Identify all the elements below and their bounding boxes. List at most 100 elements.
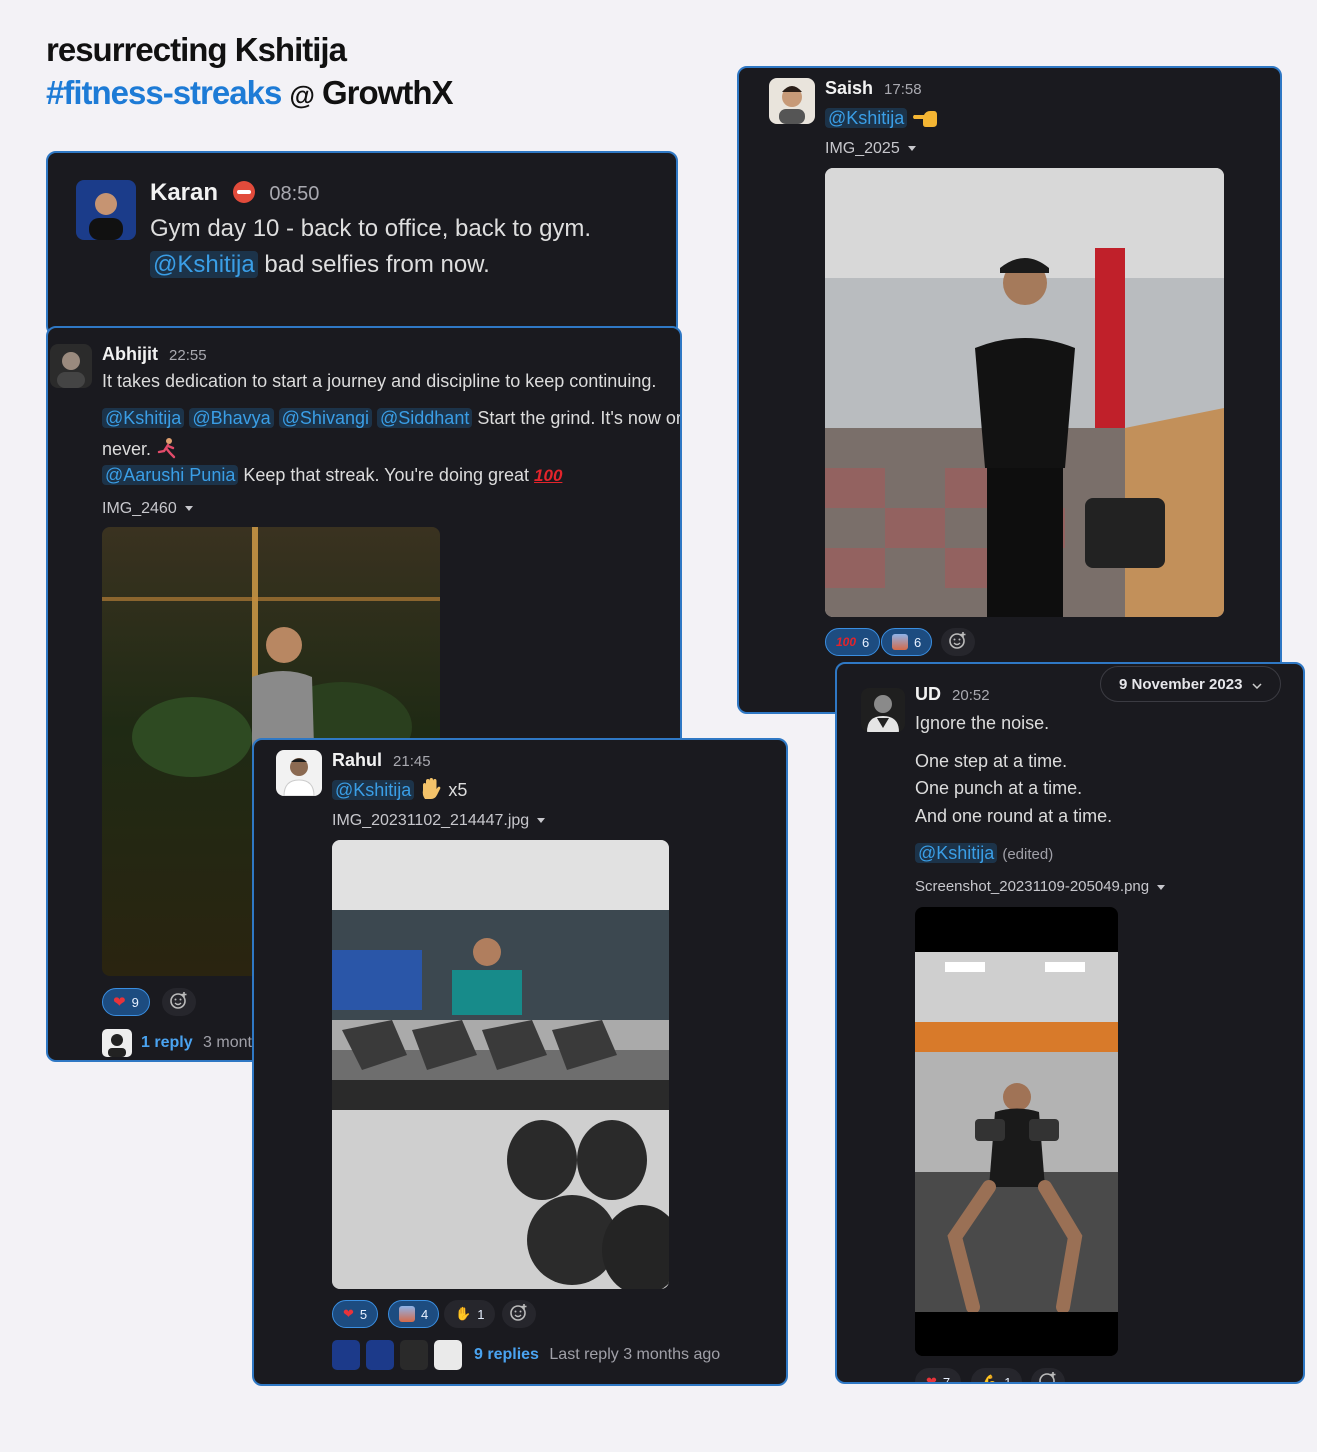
- message-text: Keep that streak. You're doing great: [243, 465, 530, 485]
- karan-message-card: Karan 08:50 Gym day 10 - back to office,…: [46, 151, 678, 336]
- headline-subtitle: #fitness-streaks @ GrowthX: [46, 71, 454, 117]
- timestamp[interactable]: 22:55: [169, 347, 207, 364]
- mention[interactable]: @Kshitija: [915, 843, 998, 863]
- hundred-emoji-icon: 100: [534, 466, 563, 485]
- reaction-hundred[interactable]: 100 6: [825, 628, 881, 656]
- mention-bhavya[interactable]: @Bhavya: [189, 408, 274, 428]
- timestamp[interactable]: 08:50: [269, 183, 319, 205]
- reaction-emoji[interactable]: 4: [388, 1300, 440, 1328]
- timestamp[interactable]: 21:45: [393, 753, 431, 770]
- mention[interactable]: @Kshitija: [150, 251, 258, 278]
- author-name[interactable]: Karan: [150, 179, 218, 206]
- avatar[interactable]: [769, 78, 815, 124]
- last-reply-time: Last reply 3 months ago: [549, 1346, 721, 1363]
- heart-icon: ❤: [343, 1306, 354, 1321]
- reply-count-link[interactable]: 1 reply: [141, 1034, 193, 1051]
- avatar[interactable]: [861, 688, 905, 732]
- headline: resurrecting Kshitija #fitness-streaks @…: [46, 28, 454, 117]
- reaction-count: 1: [477, 1306, 485, 1322]
- reaction-count: 7: [942, 1374, 951, 1384]
- mention-aarushi[interactable]: @Aarushi Punia: [102, 465, 239, 485]
- avatar[interactable]: [50, 344, 92, 388]
- message-text: bad selfies from now.: [264, 251, 490, 278]
- date-divider-button[interactable]: 9 November 2023: [1100, 666, 1282, 702]
- file-label: IMG_20231102_214447.jpg: [332, 812, 530, 829]
- reply-count-link[interactable]: 9 replies: [474, 1346, 539, 1363]
- file-name[interactable]: IMG_2460: [102, 500, 193, 518]
- message-text: never.: [102, 439, 152, 459]
- image-attachment[interactable]: [332, 840, 669, 1289]
- headline-title: resurrecting Kshitija: [46, 31, 347, 68]
- chevron-down-icon: [184, 506, 193, 512]
- message-text: One step at a time.: [915, 751, 1068, 771]
- reaction-heart[interactable]: ❤ 5: [332, 1300, 379, 1328]
- reply-avatar[interactable]: [434, 1340, 462, 1370]
- reaction-heart[interactable]: ❤ 9: [102, 988, 150, 1016]
- file-label: IMG_2025: [825, 140, 900, 157]
- message-text: Start the grind. It's now or: [477, 408, 682, 428]
- reply-avatar[interactable]: [366, 1340, 394, 1370]
- mention-kshitija[interactable]: @Kshitija: [102, 408, 185, 428]
- reaction-count: 5: [359, 1306, 368, 1322]
- avatar[interactable]: [76, 180, 136, 240]
- heart-icon: ❤: [113, 994, 126, 1011]
- author-name[interactable]: Abhijit: [102, 344, 158, 364]
- author-name[interactable]: UD: [915, 684, 941, 704]
- mention-siddhant[interactable]: @Siddhant: [377, 408, 473, 428]
- file-label: IMG_2460: [102, 500, 177, 517]
- message-text: Ignore the noise.: [915, 713, 1050, 733]
- hundred-emoji-icon: 100: [836, 635, 857, 649]
- org-name: GrowthX: [322, 74, 453, 111]
- channel-tag: #fitness-streaks: [46, 74, 282, 111]
- image-attachment[interactable]: [915, 907, 1118, 1356]
- chevron-down-icon: [907, 146, 916, 152]
- reaction-count: 9: [131, 994, 139, 1010]
- reaction-count: 4: [421, 1306, 429, 1322]
- date-label: 9 November 2023: [1119, 675, 1243, 693]
- add-reaction-button[interactable]: [941, 628, 975, 656]
- reaction-raised-hand[interactable]: ✋ 1: [444, 1300, 496, 1328]
- file-name[interactable]: Screenshot_20231109-205049.png: [915, 878, 1166, 895]
- reaction-flex[interactable]: 💪 1: [971, 1368, 1023, 1384]
- image-attachment[interactable]: [825, 168, 1224, 617]
- rahul-message-card: Rahul 21:45 @Kshitija x5 IMG_20231102_21…: [252, 738, 788, 1386]
- reply-time: 3 mont: [203, 1034, 252, 1051]
- reaction-emoji[interactable]: 6: [881, 628, 933, 656]
- mention-shivangi[interactable]: @Shivangi: [278, 408, 372, 428]
- chevron-down-icon: [537, 818, 546, 824]
- reply-avatar[interactable]: [332, 1340, 360, 1370]
- author-name[interactable]: Rahul: [332, 750, 382, 770]
- flexed-biceps-icon: 💪: [982, 1374, 999, 1384]
- reply-avatar[interactable]: [102, 1029, 132, 1057]
- reaction-count: 6: [914, 634, 922, 650]
- runner-emoji-icon: [156, 437, 178, 459]
- edited-label: (edited): [1002, 846, 1054, 863]
- message-text: It takes dedication to start a journey a…: [102, 371, 657, 391]
- ud-message-card: 9 November 2023 UD 20:52 Ignore the nois…: [835, 662, 1305, 1384]
- mention[interactable]: @Kshitija: [332, 780, 415, 800]
- pointing-hand-icon: [912, 105, 938, 129]
- avatar[interactable]: [276, 750, 322, 796]
- mention[interactable]: @Kshitija: [825, 108, 908, 128]
- file-name[interactable]: IMG_2025: [825, 140, 916, 158]
- author-name[interactable]: Saish: [825, 78, 873, 98]
- raised-hand-icon: [419, 777, 443, 801]
- at-symbol: @: [289, 80, 314, 110]
- custom-emoji-icon: [399, 1306, 415, 1322]
- saish-message-card: Saish 17:58 @Kshitija IMG_2025 100 6 6: [737, 66, 1282, 714]
- reaction-heart[interactable]: ❤ 7: [915, 1368, 962, 1384]
- add-reaction-button[interactable]: [162, 988, 196, 1016]
- do-not-disturb-icon: [232, 181, 255, 203]
- add-reaction-button[interactable]: [1031, 1368, 1065, 1382]
- message-text: Gym day 10 - back to office, back to gym…: [150, 215, 592, 242]
- reaction-count: 6: [862, 634, 870, 650]
- add-reaction-button[interactable]: [502, 1300, 536, 1328]
- chevron-down-icon: [1157, 884, 1166, 890]
- multiplier-text: x5: [448, 780, 468, 800]
- file-name[interactable]: IMG_20231102_214447.jpg: [332, 812, 546, 830]
- timestamp[interactable]: 17:58: [884, 81, 922, 98]
- add-emoji-icon: [169, 990, 189, 1015]
- timestamp[interactable]: 20:52: [952, 687, 990, 704]
- message-text: One punch at a time.: [915, 778, 1083, 798]
- reply-avatar[interactable]: [400, 1340, 428, 1370]
